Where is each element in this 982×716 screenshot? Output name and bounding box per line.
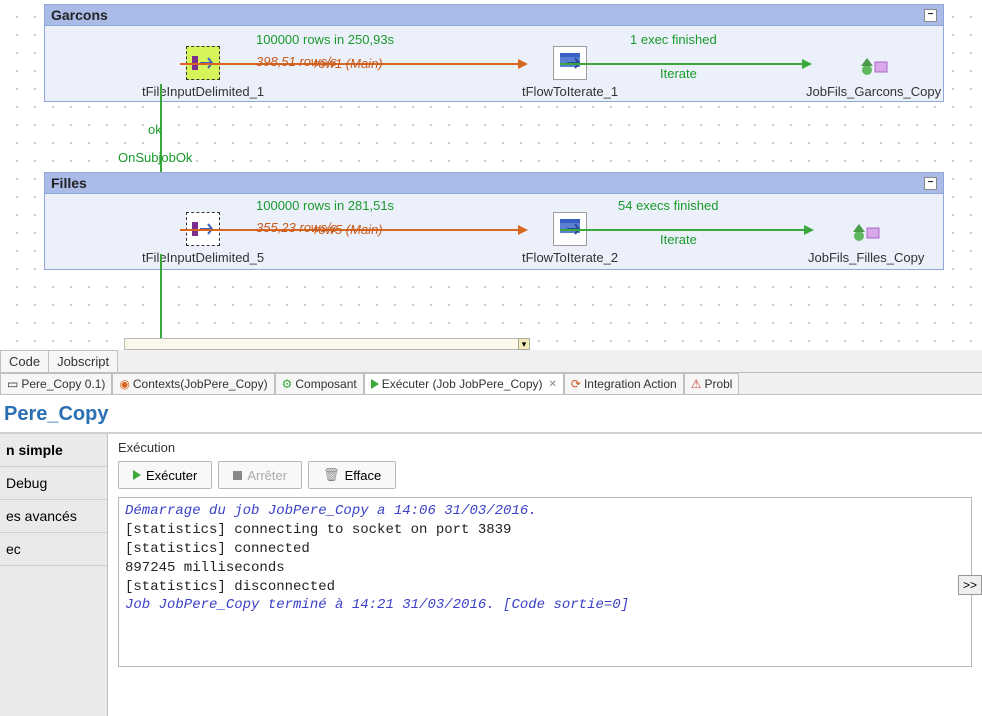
console-line: Démarrage du job JobPere_Copy a 14:06 31… xyxy=(125,503,537,519)
component-label: tFlowToIterate_2 xyxy=(522,250,618,265)
link-name: row1 (Main) xyxy=(314,56,383,71)
clear-icon: 🗑 xyxy=(323,467,340,483)
component-label: JobFils_Filles_Copy xyxy=(808,250,924,265)
bottom-pane: Code Jobscript ▭ Pere_Copy 0.1) ◉ Contex… xyxy=(0,350,982,712)
link-stats: 100000 rows in 281,51s xyxy=(256,198,394,213)
console-line: Job JobPere_Copy terminé à 14:21 31/03/2… xyxy=(125,597,629,613)
subjob-garcons-title: Garcons xyxy=(51,7,108,23)
arrowhead-icon xyxy=(804,225,814,235)
link-stats: 100000 rows in 250,93s xyxy=(256,32,394,47)
play-icon xyxy=(133,470,141,480)
sidebar-btn-debug[interactable]: Debug xyxy=(0,467,107,500)
runjob-icon xyxy=(857,46,891,80)
job-icon: ▭ xyxy=(7,377,18,391)
link-iterate-name: Iterate xyxy=(660,66,697,81)
run-main: Exécution Exécuter Arrêter 🗑 Efface Déma… xyxy=(108,434,982,716)
component-tflowtoiterate-1[interactable]: tFlowToIterate_1 xyxy=(522,46,618,99)
trigger-ok: ok xyxy=(148,122,162,137)
palette-mini-bar[interactable] xyxy=(124,338,524,350)
subjob-filles-title: Filles xyxy=(51,175,87,191)
designer-tabs-row: Code Jobscript xyxy=(0,350,982,373)
tab-label: Integration Action xyxy=(584,377,677,391)
tab-label: Probl xyxy=(704,377,732,391)
run-button[interactable]: Exécuter xyxy=(118,461,212,489)
trigger-name: OnSubjobOk xyxy=(118,150,192,165)
minimize-icon[interactable]: − xyxy=(924,9,937,22)
problems-icon: ⚠ xyxy=(691,377,702,391)
runjob-icon xyxy=(849,212,883,246)
tab-problems[interactable]: ⚠ Probl xyxy=(684,373,740,394)
minimize-icon[interactable]: − xyxy=(924,177,937,190)
tab-job-pere-copy[interactable]: ▭ Pere_Copy 0.1) xyxy=(0,373,112,394)
tab-label: Contexts(JobPere_Copy) xyxy=(133,377,268,391)
console-line: 897245 milliseconds xyxy=(125,560,285,576)
tab-label: Composant xyxy=(295,377,356,391)
link-iterate-name: Iterate xyxy=(660,232,697,247)
tab-contexts[interactable]: ◉ Contexts(JobPere_Copy) xyxy=(112,373,274,394)
sidebar-btn-ec[interactable]: ec xyxy=(0,533,107,566)
tab-code[interactable]: Code xyxy=(0,350,49,372)
stop-button-label: Arrêter xyxy=(247,468,287,483)
sidebar-btn-advanced[interactable]: es avancés xyxy=(0,500,107,533)
arrowhead-icon xyxy=(518,59,528,69)
link-iterate-1[interactable] xyxy=(560,63,804,65)
palette-mini-handle[interactable]: ▾ xyxy=(518,338,530,350)
console-output[interactable]: Démarrage du job JobPere_Copy a 14:06 31… xyxy=(118,497,972,667)
stop-icon xyxy=(233,471,242,480)
editor-tabs-row: ▭ Pere_Copy 0.1) ◉ Contexts(JobPere_Copy… xyxy=(0,373,982,395)
play-icon xyxy=(371,379,379,389)
link-name: row5 (Main) xyxy=(314,222,383,237)
console-line: [statistics] disconnected xyxy=(125,579,335,595)
link-exec-stats: 54 execs finished xyxy=(618,198,718,213)
job-designer-canvas[interactable]: Garcons − tFileInputDelimited_1 tFlowToI… xyxy=(0,0,982,350)
close-icon[interactable]: ✕ xyxy=(549,379,557,390)
run-header-title: Pere_Copy xyxy=(0,395,982,433)
component-jobfils-filles[interactable]: JobFils_Filles_Copy xyxy=(808,212,924,265)
link-exec-stats: 1 exec finished xyxy=(630,32,717,47)
console-line: [statistics] connecting to socket on por… xyxy=(125,522,511,538)
console-line: [statistics] connected xyxy=(125,541,310,557)
trigger-link-continuation xyxy=(160,254,162,350)
subjob-garcons-title-bar: Garcons − xyxy=(45,5,943,26)
arrowhead-icon xyxy=(518,225,528,235)
component-icon: ⚙ xyxy=(282,377,293,391)
component-label: tFlowToIterate_1 xyxy=(522,84,618,99)
tab-composant[interactable]: ⚙ Composant xyxy=(275,373,364,394)
tab-integration-action[interactable]: ⟳ Integration Action xyxy=(564,373,684,394)
execution-section-label: Exécution xyxy=(118,440,972,455)
subjob-filles-title-bar: Filles − xyxy=(45,173,943,194)
sidebar-btn-execution-simple[interactable]: n simple xyxy=(0,434,107,467)
component-tflowtoiterate-2[interactable]: tFlowToIterate_2 xyxy=(522,212,618,265)
tab-label: Exécuter (Job JobPere_Copy) xyxy=(382,377,543,391)
clear-button[interactable]: 🗑 Efface xyxy=(308,461,396,489)
component-jobfils-garcons[interactable]: JobFils_Garcons_Copy xyxy=(806,46,941,99)
clear-button-label: Efface xyxy=(345,468,382,483)
tab-label: Pere_Copy 0.1) xyxy=(21,377,105,391)
action-icon: ⟳ xyxy=(571,377,581,391)
run-panel: n simple Debug es avancés ec Exécution E… xyxy=(0,434,982,716)
run-button-label: Exécuter xyxy=(146,468,197,483)
link-iterate-2[interactable] xyxy=(560,229,806,231)
scroll-right-button[interactable]: >> xyxy=(958,575,982,595)
arrowhead-icon xyxy=(802,59,812,69)
tab-jobscript[interactable]: Jobscript xyxy=(48,350,118,372)
component-label: JobFils_Garcons_Copy xyxy=(806,84,941,99)
stop-button[interactable]: Arrêter xyxy=(218,461,302,489)
tab-run-job[interactable]: Exécuter (Job JobPere_Copy) ✕ xyxy=(364,373,564,394)
run-sidebar: n simple Debug es avancés ec xyxy=(0,434,108,716)
contexts-icon: ◉ xyxy=(119,377,129,391)
